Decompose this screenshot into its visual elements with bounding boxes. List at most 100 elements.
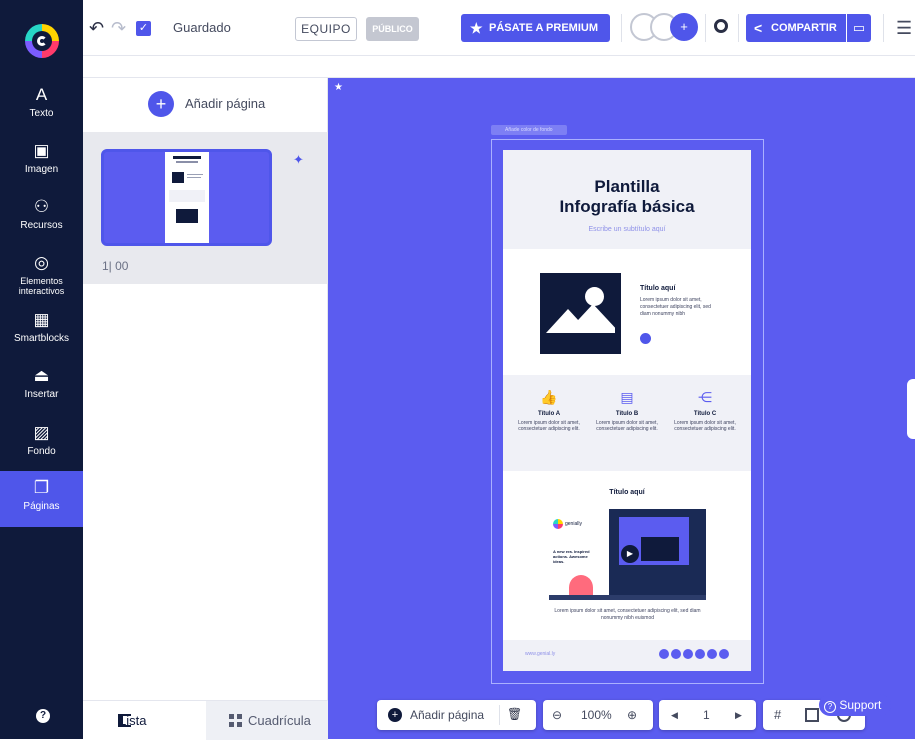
- tiktok-icon[interactable]: [719, 649, 729, 659]
- title-line-2: Infografía básica: [559, 197, 695, 216]
- present-icon[interactable]: ▭: [847, 14, 871, 42]
- share-button[interactable]: < COMPARTIR: [746, 14, 846, 42]
- zoom-controls: ⊖ 100% ⊕: [543, 700, 653, 730]
- share-nodes-icon: ⋲: [698, 389, 712, 405]
- nav-item-imagen[interactable]: ▣ Imagen: [0, 140, 83, 196]
- fit-width-icon[interactable]: [805, 708, 819, 722]
- block1-title[interactable]: Título aquí: [640, 285, 675, 292]
- thumb-image: [172, 172, 184, 183]
- nav-label: Fondo: [27, 446, 56, 457]
- nav-item-smartblocks[interactable]: ▦ Smartblocks: [0, 309, 83, 365]
- pages-panel: + Añadir página ✦ 1| 00 Lista Cuadrícula: [83, 78, 328, 740]
- bottom-add-page-group: + Añadir página 🗑: [377, 700, 536, 730]
- block1-text[interactable]: Lorem ipsum dolor sit amet, consectetuer…: [640, 297, 720, 318]
- public-button[interactable]: PÚBLICO: [366, 17, 419, 41]
- instagram-icon[interactable]: [683, 649, 693, 659]
- thumbnail-paper: [165, 152, 209, 243]
- support-label: Support: [839, 698, 882, 712]
- grid-icon[interactable]: #: [774, 700, 781, 730]
- thumb-line: [187, 177, 201, 178]
- divider: [705, 14, 706, 42]
- linkedin-icon[interactable]: [707, 649, 717, 659]
- prev-page-icon[interactable]: ◀: [671, 700, 678, 730]
- interactive-icon: ◎: [34, 253, 49, 272]
- nav-item-texto[interactable]: A Texto: [0, 84, 83, 140]
- save-status: Guardado: [173, 20, 231, 35]
- page-number: 1| 00: [102, 259, 129, 273]
- current-page[interactable]: 1: [703, 700, 710, 730]
- page-thumbnail[interactable]: [101, 149, 272, 246]
- play-icon[interactable]: ▶: [621, 545, 639, 563]
- side-panel-handle[interactable]: [907, 379, 915, 439]
- youtube-icon[interactable]: [695, 649, 705, 659]
- column-c[interactable]: ⋲ Título C Lorem ipsum dolor sit amet, c…: [669, 389, 741, 432]
- twitter-icon[interactable]: [671, 649, 681, 659]
- go-premium-label: PÁSATE A PREMIUM: [489, 22, 598, 34]
- image-frame: [540, 273, 621, 354]
- editor-canvas[interactable]: ★ Añade color de fondo Plantilla Infogra…: [328, 78, 915, 739]
- redo-icon[interactable]: ↷: [111, 19, 126, 37]
- undo-icon[interactable]: ↶: [89, 19, 104, 37]
- resources-icon: ⚇: [33, 197, 50, 216]
- column-a[interactable]: 👍 Título A Lorem ipsum dolor sit amet, c…: [513, 389, 585, 432]
- insert-icon: ⏏: [33, 366, 50, 385]
- nav-item-paginas[interactable]: ❐ Páginas: [0, 471, 83, 527]
- preview-eye-icon[interactable]: [714, 19, 728, 33]
- image-icon: ▣: [33, 141, 50, 160]
- footer-url[interactable]: www.genial.ly: [525, 651, 555, 657]
- magic-wand-icon[interactable]: ✦: [293, 152, 304, 168]
- nav-item-fondo[interactable]: ▨ Fondo: [0, 422, 83, 478]
- add-collaborator-icon[interactable]: +: [670, 13, 698, 41]
- divider: [883, 14, 884, 42]
- share-label: COMPARTIR: [771, 22, 837, 34]
- block3-text[interactable]: Lorem ipsum dolor sit amet, consectetuer…: [549, 608, 706, 622]
- facebook-icon[interactable]: [659, 649, 669, 659]
- nav-label: Insertar: [24, 389, 59, 400]
- team-button[interactable]: EQUIPO: [295, 17, 357, 41]
- support-button[interactable]: ? Support: [819, 694, 891, 716]
- video-thumbnail[interactable]: genially A new era. Inspired actions. Aw…: [549, 509, 706, 600]
- thumb-title: [173, 156, 201, 159]
- tab-list[interactable]: Lista: [83, 701, 206, 740]
- star-icon: ★: [470, 20, 483, 36]
- selection-tag[interactable]: Añade color de fondo: [491, 125, 567, 135]
- genially-logo-icon[interactable]: [25, 24, 59, 58]
- zoom-out-icon[interactable]: ⊖: [552, 700, 562, 730]
- page-thumbnail-row[interactable]: ✦ 1| 00: [83, 132, 328, 284]
- block1-button[interactable]: [640, 333, 651, 344]
- plus-icon[interactable]: +: [388, 708, 402, 722]
- nav-item-insertar[interactable]: ⏏ Insertar: [0, 365, 83, 421]
- tab-grid[interactable]: Cuadrícula: [206, 701, 328, 740]
- document-header: Plantilla Infografía básica Escribe un s…: [503, 150, 751, 249]
- thumbs-up-icon: 👍: [540, 389, 558, 405]
- pin-icon[interactable]: ★: [334, 82, 343, 93]
- nav-label: Páginas: [23, 501, 60, 512]
- document-title[interactable]: Plantilla Infografía básica: [503, 177, 751, 217]
- plus-icon: +: [148, 91, 174, 117]
- bottom-add-page-button[interactable]: Añadir página: [410, 700, 484, 730]
- nav-item-recursos[interactable]: ⚇ Recursos: [0, 196, 83, 252]
- document-subtitle[interactable]: Escribe un subtítulo aquí: [503, 226, 751, 233]
- help-icon[interactable]: ?: [36, 709, 50, 723]
- infographic-document[interactable]: Plantilla Infografía básica Escribe un s…: [503, 150, 751, 671]
- saved-check-icon: ✓: [136, 21, 151, 36]
- block3-title[interactable]: Título aquí: [503, 489, 751, 496]
- trash-icon[interactable]: 🗑: [507, 706, 522, 722]
- left-navigation: A Texto ▣ Imagen ⚇ Recursos ◎ Elementos …: [0, 0, 83, 739]
- column-b[interactable]: ▤ Título B Lorem ipsum dolor sit amet, c…: [591, 389, 663, 432]
- video-shape: [641, 537, 679, 561]
- title-line-1: Plantilla: [594, 177, 660, 196]
- divider: [499, 705, 500, 725]
- column-text: Lorem ipsum dolor sit amet, consectetuer…: [518, 420, 580, 432]
- nav-item-elementos-interactivos[interactable]: ◎ Elementos interactivos: [0, 252, 83, 308]
- collaborators[interactable]: +: [630, 13, 702, 43]
- image-placeholder[interactable]: [540, 273, 621, 354]
- background-icon: ▨: [33, 423, 50, 442]
- menu-icon[interactable]: ☰: [896, 17, 912, 43]
- view-tabs: Lista Cuadrícula: [83, 700, 328, 740]
- next-page-icon[interactable]: ▶: [735, 700, 742, 730]
- zoom-in-icon[interactable]: ⊕: [627, 700, 637, 730]
- column-text: Lorem ipsum dolor sit amet, consectetuer…: [674, 420, 736, 432]
- nav-label: Elementos interactivos: [18, 276, 65, 296]
- go-premium-button[interactable]: ★ PÁSATE A PREMIUM: [461, 14, 610, 42]
